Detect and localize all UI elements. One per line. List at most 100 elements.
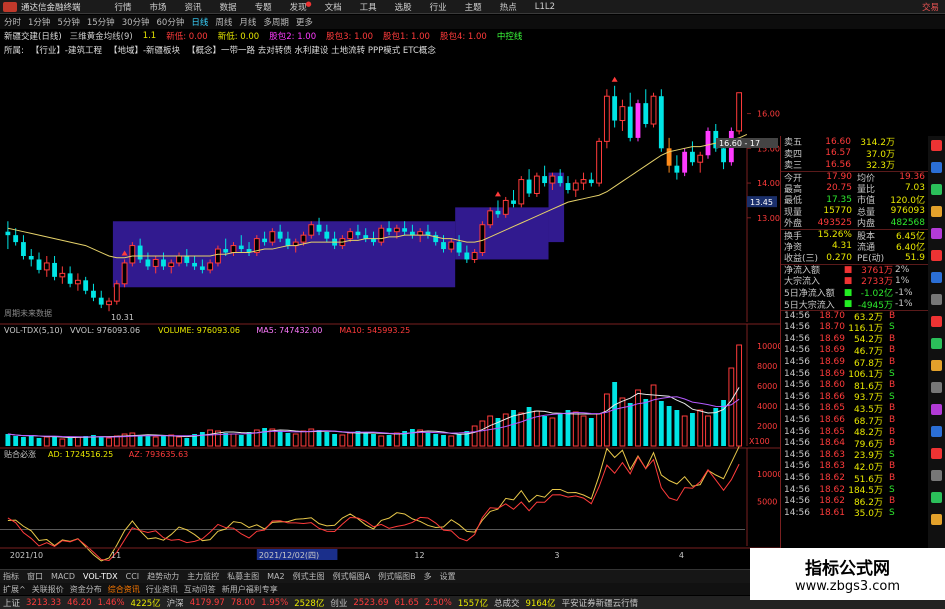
indicator-value-0: 三维黄金均线(9) <box>69 32 133 42</box>
period-10[interactable]: 更多 <box>296 16 313 28</box>
subtab-3[interactable]: 综合资讯 <box>108 584 140 595</box>
subtab-5[interactable]: 互动问答 <box>184 584 216 595</box>
tool-icon-17[interactable] <box>931 492 942 503</box>
volume-bar <box>52 436 57 446</box>
period-5[interactable]: 60分钟 <box>157 16 185 28</box>
menu-item-discover[interactable]: 发现 ● <box>290 0 312 13</box>
tab-5[interactable]: 趋势动力 <box>147 571 179 582</box>
subtab-0[interactable]: 扩展^ <box>3 584 26 595</box>
period-7[interactable]: 周线 <box>215 16 232 28</box>
candle-body <box>129 245 136 264</box>
candle-body <box>52 262 57 277</box>
tick-volume: 35.0万 <box>853 509 883 520</box>
tool-icon-6[interactable] <box>931 250 942 261</box>
menu-item-industry[interactable]: 行业 <box>430 1 447 13</box>
tool-icon-2[interactable] <box>931 162 942 173</box>
tab-8[interactable]: MA2 <box>267 572 284 581</box>
tab-1[interactable]: 窗口 <box>27 571 43 582</box>
menu-item-topics[interactable]: 专题 <box>255 1 272 13</box>
menu-item-exchange[interactable]: 市场 <box>150 1 167 13</box>
ask-row[interactable]: 卖五 16.60 314.2万 <box>781 136 928 149</box>
kline-chart-svg[interactable]: 13.0014.0015.0016.0013.4516.60 - 1710.31… <box>0 58 782 568</box>
menu-item-theme[interactable]: 主题 <box>465 1 482 13</box>
indicator-value-5: 股包3: 1.00 <box>326 32 374 42</box>
tab-9[interactable]: 例式主图 <box>293 571 325 582</box>
subtab-1[interactable]: 关联报价 <box>32 584 64 595</box>
menu-item-tools[interactable]: 工具 <box>360 1 377 13</box>
period-6[interactable]: 日线 <box>191 16 208 28</box>
tool-icon-4[interactable] <box>931 206 942 217</box>
tick-time: 14:56 <box>784 322 810 333</box>
volume-bar <box>728 367 735 447</box>
menu-item-stock-picker[interactable]: 选股 <box>395 1 412 13</box>
period-4[interactable]: 30分钟 <box>122 16 150 28</box>
stat-row: 最低 17.35 市值 120.0亿 <box>781 194 928 207</box>
tool-icon-9[interactable] <box>931 316 942 327</box>
tab-11[interactable]: 例式幅图B <box>378 571 416 582</box>
volume-bar <box>371 434 376 446</box>
volume-bar <box>43 436 50 447</box>
tool-icon-12[interactable] <box>931 382 942 393</box>
tool-icon-3[interactable] <box>931 184 942 195</box>
tick-row: 14:56 18.70 63.2万 B <box>781 309 928 323</box>
tab-12[interactable]: 多 <box>424 571 432 582</box>
stat-value: 15770 <box>823 206 852 217</box>
period-0[interactable]: 分时 <box>4 16 21 28</box>
stat-value: 17.90 <box>826 172 852 183</box>
candle-body <box>565 183 571 190</box>
period-2[interactable]: 5分钟 <box>57 16 79 28</box>
tab-13[interactable]: 设置 <box>440 571 456 582</box>
tool-icon-5[interactable] <box>931 228 942 239</box>
stat-row: 今开 17.90 均价 19.36 <box>781 170 928 184</box>
candle-body <box>557 176 563 184</box>
menu-item-l1l2[interactable]: L1L2 <box>535 2 555 12</box>
tick-price: 18.66 <box>819 415 845 426</box>
tick-direction: B <box>889 415 896 426</box>
period-1[interactable]: 1分钟 <box>28 16 50 28</box>
tab-6[interactable]: 主力监控 <box>187 571 219 582</box>
trade-button[interactable]: 交易 <box>922 1 939 13</box>
tool-icon-10[interactable] <box>931 338 942 349</box>
tool-icon-15[interactable] <box>931 448 942 459</box>
tool-icon-7[interactable] <box>931 272 942 283</box>
tab-4[interactable]: CCI <box>126 572 140 581</box>
tool-icon-18[interactable] <box>931 514 942 525</box>
period-3[interactable]: 15分钟 <box>87 16 115 28</box>
menu-item-data[interactable]: 数据 <box>220 1 237 13</box>
volume-bar <box>324 432 330 446</box>
volume-bar <box>152 436 159 447</box>
tab-0[interactable]: 指标 <box>3 571 19 582</box>
tab-2[interactable]: MACD <box>51 572 75 581</box>
tool-icon-14[interactable] <box>931 426 942 437</box>
menu-item-docs[interactable]: 文档 <box>325 1 342 13</box>
stat-value: 493525 <box>817 217 852 228</box>
tool-icon-16[interactable] <box>931 470 942 481</box>
subtab-2[interactable]: 资金分布 <box>70 584 102 595</box>
ask-row[interactable]: 卖三 16.56 32.3万 <box>781 159 928 172</box>
tab-7[interactable]: 私募主图 <box>227 571 259 582</box>
volume-axis-label: 2000 <box>757 422 777 431</box>
subtab-6[interactable]: 新用户福利专享 <box>222 584 278 595</box>
menu-item-market[interactable]: 行情 <box>115 1 132 13</box>
menu-item-news[interactable]: 资讯 <box>185 1 202 13</box>
tool-icon-13[interactable] <box>931 404 942 415</box>
stat-value: 17.35 <box>826 194 852 205</box>
ask-row[interactable]: 卖四 16.57 37.0万 <box>781 148 928 160</box>
candle-body <box>230 245 237 254</box>
time-axis-label: 2021/12/02(四) <box>259 551 319 560</box>
tab-10[interactable]: 例式幅图A <box>333 571 370 582</box>
tool-icon-8[interactable] <box>931 294 942 305</box>
volume-bar <box>168 434 175 447</box>
subtab-4[interactable]: 行业资讯 <box>146 584 178 595</box>
period-8[interactable]: 月线 <box>239 16 256 28</box>
tool-icon-1[interactable] <box>931 140 942 151</box>
candle-body <box>5 231 11 236</box>
period-9[interactable]: 多周期 <box>263 16 289 28</box>
chart-area[interactable]: 13.00 14.00 15.00 16.00 13.45 16.60 - 17 10.31… <box>0 58 782 568</box>
menu-item-hotspot[interactable]: 热点 <box>500 1 517 13</box>
tool-icon-11[interactable] <box>931 360 942 371</box>
status-item-1: 3213.33 <box>26 597 62 608</box>
tab-3[interactable]: VOL-TDX <box>83 572 118 581</box>
flow-bar-icon: ■ <box>843 264 853 275</box>
volume-bar <box>441 435 446 446</box>
